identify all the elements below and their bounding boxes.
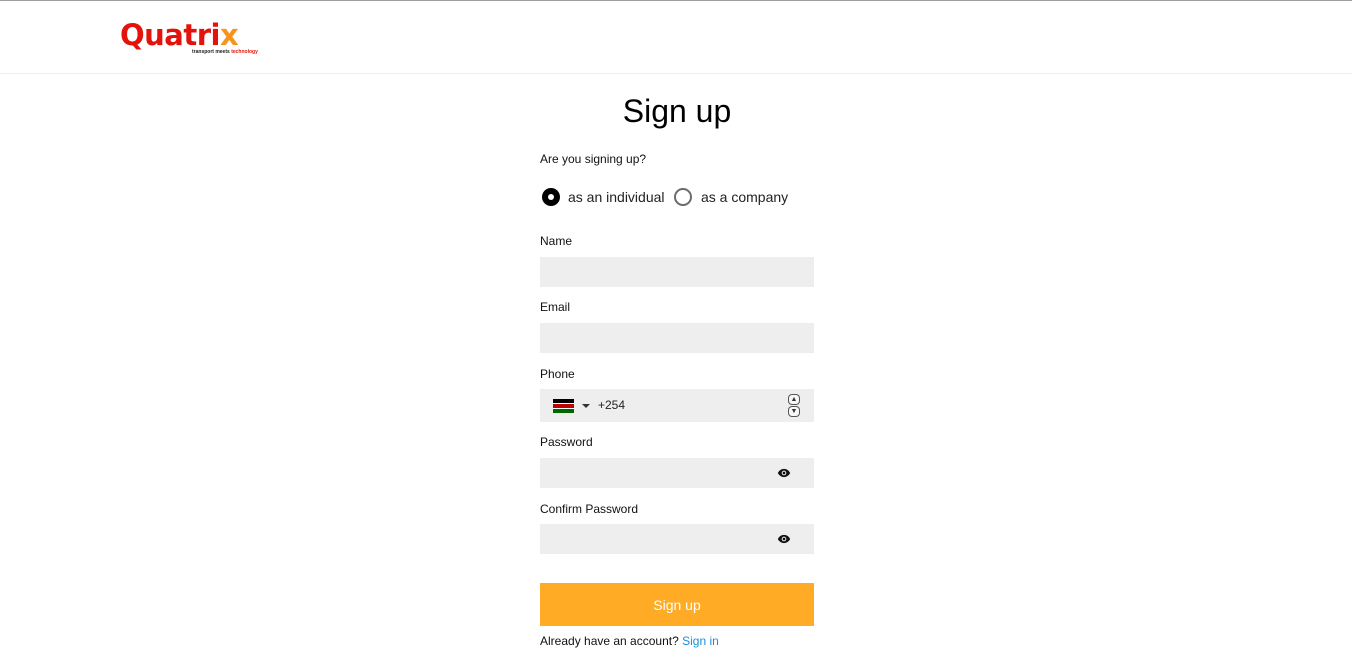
country-dropdown-caret-icon[interactable]	[582, 404, 590, 408]
logo-wordmark: Quatrix	[120, 18, 239, 52]
individual-radio-label[interactable]: as an individual	[568, 188, 665, 206]
brand-logo[interactable]: Quatrix transport meets technology	[120, 18, 265, 60]
signup-button[interactable]: Sign up	[540, 583, 814, 626]
email-label: Email	[540, 300, 571, 314]
spin-up-icon[interactable]: ▲	[788, 394, 800, 405]
company-radio[interactable]	[674, 188, 692, 206]
password-label: Password	[540, 435, 593, 449]
page-title: Sign up	[622, 93, 732, 129]
phone-country-code: +254	[598, 398, 626, 412]
phone-input[interactable]: +254 ▲ ▼	[540, 389, 814, 422]
name-label: Name	[540, 234, 573, 248]
password-input[interactable]	[540, 458, 814, 488]
individual-radio[interactable]	[542, 188, 560, 206]
name-input[interactable]	[540, 257, 814, 287]
site-header: Quatrix transport meets technology	[0, 1, 1352, 74]
account-type-radio-group: as an individual as a company	[540, 186, 814, 208]
email-input[interactable]	[540, 323, 814, 353]
signin-prompt-text: Already have an account?	[540, 634, 679, 648]
kenya-flag-icon[interactable]	[553, 399, 574, 413]
confirm-password-label: Confirm Password	[540, 502, 639, 516]
company-radio-label[interactable]: as a company	[701, 188, 788, 206]
signin-prompt: Already have an account? Sign in	[540, 634, 719, 648]
spin-down-icon[interactable]: ▼	[788, 406, 800, 417]
confirm-password-input[interactable]	[540, 524, 814, 554]
signin-link[interactable]: Sign in	[682, 634, 719, 648]
eye-icon[interactable]	[777, 466, 791, 480]
logo-tagline: transport meets technology	[192, 49, 258, 55]
phone-label: Phone	[540, 367, 575, 381]
eye-icon[interactable]	[777, 532, 791, 546]
account-type-question: Are you signing up?	[540, 152, 647, 166]
